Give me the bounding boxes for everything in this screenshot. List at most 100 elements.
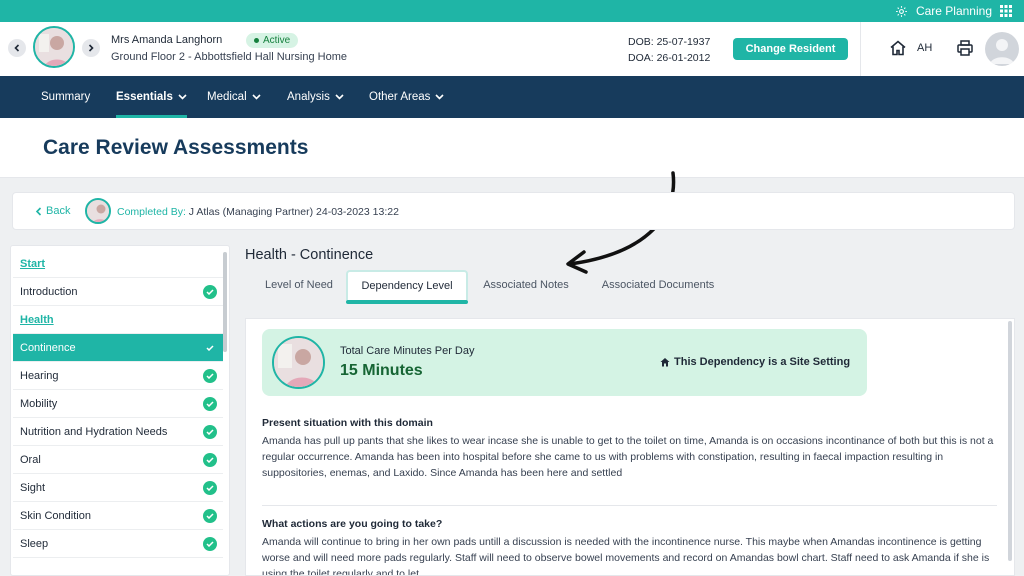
sidebar-item-oral[interactable]: Oral <box>13 446 223 474</box>
sidebar-item-continence[interactable]: Continence <box>13 334 223 362</box>
question-title: Present situation with this domain <box>262 417 433 429</box>
title-bar: Care Review Assessments <box>0 118 1024 178</box>
nav-essentials[interactable]: Essentials <box>116 76 187 118</box>
care-planning-label[interactable]: Care Planning <box>916 4 992 18</box>
resident-name: Mrs Amanda Langhorn <box>111 34 223 46</box>
doa-text: DOA: 26-01-2012 <box>628 52 711 64</box>
user-avatar[interactable] <box>985 32 1019 66</box>
next-resident-button[interactable] <box>82 39 100 57</box>
nav-label: Essentials <box>116 91 173 103</box>
sidebar-item-label: Introduction <box>20 285 78 298</box>
resident-dates: DOB: 25-07-1937 DOA: 26-01-2012 <box>628 34 710 66</box>
resident-photo <box>33 26 75 68</box>
check-icon <box>203 509 217 523</box>
sidebar-item-label: Sight <box>20 481 46 494</box>
divider <box>262 505 997 506</box>
status-dot-icon <box>254 38 259 43</box>
sidebar-item-start[interactable]: Start <box>13 250 223 278</box>
sidebar-item-sight[interactable]: Sight <box>13 474 223 502</box>
completed-by-text: Completed By: J Atlas (Managing Partner)… <box>117 206 399 218</box>
check-icon <box>203 425 217 439</box>
grid-icon[interactable] <box>1000 5 1012 17</box>
sidebar-item-mobility[interactable]: Mobility <box>13 390 223 418</box>
nav-label: Other Areas <box>369 91 431 103</box>
check-icon <box>203 453 217 467</box>
site-setting-text: This Dependency is a Site Setting <box>674 356 851 368</box>
nav-analysis[interactable]: Analysis <box>287 76 344 118</box>
check-icon <box>203 369 217 383</box>
home-icon <box>660 358 670 367</box>
question-block: Present situation with this domain Amand… <box>262 417 997 481</box>
sidebar-item-introduction[interactable]: Introduction <box>13 278 223 306</box>
chevron-down-icon <box>178 94 187 100</box>
chevron-down-icon <box>335 94 344 100</box>
sidebar-item-label: Hearing <box>20 369 59 382</box>
sidebar-item-label: Nutrition and Hydration Needs <box>20 425 168 438</box>
site-setting-note: This Dependency is a Site Setting <box>660 356 850 368</box>
status-label: Active <box>263 35 291 46</box>
status-badge: Active <box>246 33 299 48</box>
sidebar-item-label: Start <box>20 257 46 270</box>
sidebar-item-label: Oral <box>20 453 41 466</box>
sidebar-item-skin-condition[interactable]: Skin Condition <box>13 502 223 530</box>
sidebar-item-label: Health <box>20 313 54 326</box>
check-icon <box>203 397 217 411</box>
header-divider <box>860 22 861 76</box>
nav-label: Medical <box>207 91 247 103</box>
top-bar: Care Planning <box>0 0 1024 22</box>
dob-text: DOB: 25-07-1937 <box>628 36 711 48</box>
sidebar-item-sleep[interactable]: Sleep <box>13 530 223 558</box>
assessment-sidebar: Start Introduction Health Continence Hea… <box>10 245 230 576</box>
section-title: Health - Continence <box>245 247 374 263</box>
resident-location: Ground Floor 2 - Abbottsfield Hall Nursi… <box>111 51 347 63</box>
nav-summary[interactable]: Summary <box>41 76 90 118</box>
nav-medical[interactable]: Medical <box>207 76 261 118</box>
care-minutes-label: Total Care Minutes Per Day <box>340 345 475 357</box>
gear-icon[interactable] <box>895 5 908 18</box>
sidebar-item-label: Sleep <box>20 537 49 550</box>
resident-summary-photo <box>272 336 325 389</box>
sidebar-item-label: Skin Condition <box>20 509 91 522</box>
care-minutes-value: 15 Minutes <box>340 362 423 379</box>
sidebar-item-nutrition[interactable]: Nutrition and Hydration Needs <box>13 418 223 446</box>
previous-resident-button[interactable] <box>8 39 26 57</box>
chevron-left-icon <box>35 206 42 216</box>
check-icon <box>203 285 217 299</box>
check-icon <box>203 481 217 495</box>
question-answer: Amanda has pull up pants that she likes … <box>262 435 994 479</box>
question-answer: Amanda will continue to bring in her own… <box>262 536 990 576</box>
question-block: What actions are you going to take? Aman… <box>262 518 997 576</box>
sidebar-item-hearing[interactable]: Hearing <box>13 362 223 390</box>
completed-by-card: Back Completed By: J Atlas (Managing Par… <box>12 192 1015 230</box>
chevron-down-icon <box>435 94 444 100</box>
back-button[interactable]: Back <box>35 205 70 217</box>
completed-by-label: Completed By: <box>117 206 186 218</box>
main-nav: Summary Essentials Medical Analysis Othe… <box>0 76 1024 118</box>
completed-by-value: J Atlas (Managing Partner) 24-03-2023 13… <box>188 206 399 218</box>
home-icon[interactable] <box>889 39 907 62</box>
nav-label: Analysis <box>287 91 330 103</box>
sidebar-item-label: Mobility <box>20 397 58 410</box>
tab-dependency-level[interactable]: Dependency Level <box>346 270 468 304</box>
sidebar-item-health[interactable]: Health <box>13 306 223 334</box>
tab-associated-notes[interactable]: Associated Notes <box>474 270 578 300</box>
nav-label: Summary <box>41 91 91 103</box>
content-scrollbar[interactable] <box>1008 321 1012 561</box>
assessor-photo <box>85 198 111 224</box>
page-title: Care Review Assessments <box>43 136 309 159</box>
sidebar-item-label: Continence <box>20 341 76 354</box>
back-label: Back <box>46 205 71 217</box>
nav-other-areas[interactable]: Other Areas <box>369 76 444 118</box>
question-title: What actions are you going to take? <box>262 518 443 530</box>
sidebar-scrollbar[interactable] <box>223 252 227 352</box>
chevron-down-icon <box>252 94 261 100</box>
tab-associated-documents[interactable]: Associated Documents <box>590 270 726 300</box>
print-icon[interactable] <box>956 39 974 62</box>
user-initials[interactable]: AH <box>917 42 932 54</box>
check-icon <box>203 341 217 355</box>
check-icon <box>203 537 217 551</box>
content-panel: Total Care Minutes Per Day 15 Minutes Th… <box>245 318 1015 576</box>
change-resident-button[interactable]: Change Resident <box>733 38 848 60</box>
resident-header: Mrs Amanda Langhorn Active Ground Floor … <box>0 22 1024 76</box>
tab-level-of-need[interactable]: Level of Need <box>256 270 342 300</box>
